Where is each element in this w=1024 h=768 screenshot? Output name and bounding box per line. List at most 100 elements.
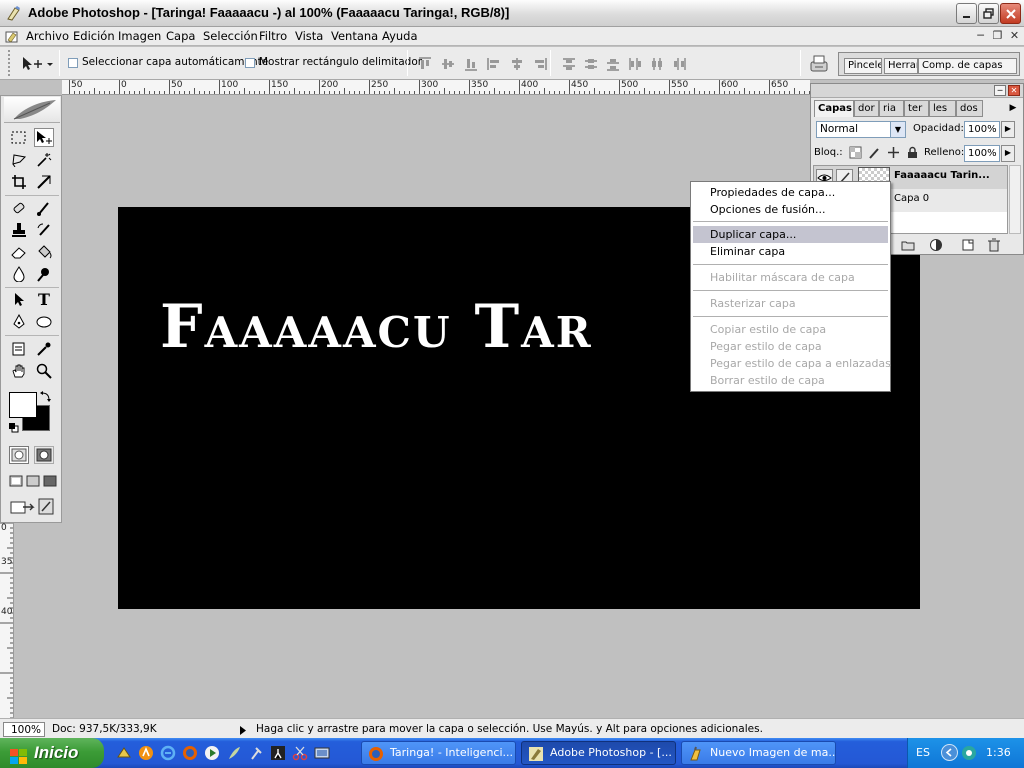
blend-mode-select[interactable]: Normal ▼ [816, 121, 906, 138]
paint-bucket-tool-icon[interactable] [34, 242, 54, 261]
menu-item-paste-layer-style[interactable]: Pegar estilo de capa [693, 338, 888, 355]
avast-icon[interactable] [138, 745, 154, 761]
doc-close-icon[interactable]: ✕ [1007, 29, 1022, 43]
ie-icon[interactable] [160, 745, 176, 761]
marquee-tool-icon[interactable] [9, 128, 29, 147]
align-bottom-icon[interactable] [464, 57, 478, 71]
palette-well-tab-brushes[interactable]: Pincele [844, 58, 882, 74]
palette-titlebar[interactable] [811, 84, 1023, 98]
distribute-left-icon[interactable] [628, 57, 642, 71]
align-top-icon[interactable] [418, 57, 432, 71]
show-desktop-icon[interactable] [314, 745, 330, 761]
distribute-vcenter-icon[interactable] [584, 57, 598, 71]
toolbox-header[interactable] [4, 97, 60, 123]
lock-all-icon[interactable] [906, 146, 919, 159]
new-layer-icon[interactable] [961, 239, 975, 251]
menu-ayuda[interactable]: Ayuda [379, 28, 421, 45]
palette-menu-arrow-icon[interactable]: ▶ [1007, 102, 1019, 115]
file-browser-icon[interactable] [808, 53, 830, 75]
align-right-icon[interactable] [533, 57, 547, 71]
tool-icon[interactable] [248, 745, 264, 761]
show-bounding-box-checkbox[interactable] [245, 58, 255, 68]
eyedropper-tool-icon[interactable] [34, 339, 54, 358]
distribute-bottom-icon[interactable] [606, 57, 620, 71]
document-icon[interactable] [5, 29, 20, 44]
menu-item-layer-properties[interactable]: Propiedades de capa... [693, 184, 888, 201]
tab-historia[interactable]: ria [879, 100, 904, 117]
tab-canales[interactable]: les [929, 100, 956, 117]
dodge-tool-icon[interactable] [34, 264, 54, 283]
move-tool-icon[interactable] [34, 128, 54, 147]
menu-filtro[interactable]: Filtro [256, 28, 290, 45]
language-indicator[interactable]: ES [916, 746, 930, 759]
new-layer-set-icon[interactable] [901, 239, 915, 251]
tab-caracter[interactable]: ter [904, 100, 929, 117]
ellipse-tool-icon[interactable] [34, 312, 54, 331]
menu-item-delete-layer[interactable]: Eliminar capa [693, 243, 888, 260]
lasso-tool-icon[interactable] [9, 150, 29, 169]
distribute-right-icon[interactable] [672, 57, 686, 71]
align-left-icon[interactable] [487, 57, 501, 71]
close-button[interactable] [1000, 3, 1021, 24]
restore-button[interactable] [978, 3, 999, 24]
quick-mask-mode-icon[interactable] [34, 446, 54, 464]
full-screen-mode-icon[interactable] [43, 474, 57, 488]
menu-item-enable-layer-mask[interactable]: Habilitar máscara de capa [693, 269, 888, 286]
tab-trazados[interactable]: dos [956, 100, 983, 117]
palette-close-icon[interactable]: ✕ [1008, 85, 1020, 96]
path-selection-tool-icon[interactable] [9, 290, 29, 309]
foreground-color-swatch[interactable] [9, 392, 37, 418]
pen-tool-icon[interactable] [9, 312, 29, 331]
minimize-button[interactable] [956, 3, 977, 24]
lock-transparency-icon[interactable] [849, 146, 862, 159]
taskbar-button-taringa[interactable]: Taringa! - Inteligenci... [361, 741, 516, 765]
distribute-hcenter-icon[interactable] [650, 57, 664, 71]
vertical-ruler[interactable]: 0 350 400 [0, 522, 14, 718]
taskbar-button-photoshop[interactable]: Adobe Photoshop - [... [521, 741, 676, 765]
doc-minimize-icon[interactable]: ─ [973, 29, 988, 43]
menu-item-copy-layer-style[interactable]: Copiar estilo de capa [693, 321, 888, 338]
crop-tool-icon[interactable] [9, 172, 29, 191]
menu-edicion[interactable]: Edición [70, 28, 118, 45]
align-vcenter-icon[interactable] [441, 57, 455, 71]
menu-vista[interactable]: Vista [292, 28, 326, 45]
menu-item-blending-options[interactable]: Opciones de fusión... [693, 201, 888, 218]
default-colors-icon[interactable] [9, 423, 19, 433]
eraser-tool-icon[interactable] [9, 242, 29, 261]
layers-scrollbar[interactable] [1009, 165, 1021, 234]
lock-image-icon[interactable] [868, 146, 881, 159]
align-hcenter-icon[interactable] [510, 57, 524, 71]
menu-item-duplicate-layer[interactable]: Duplicar capa... [693, 226, 888, 243]
feather-icon[interactable] [226, 745, 242, 761]
delete-layer-icon[interactable] [987, 238, 1001, 252]
history-brush-tool-icon[interactable] [34, 220, 54, 239]
type-tool-icon[interactable]: T [34, 290, 54, 309]
status-menu-arrow-icon[interactable] [239, 725, 247, 735]
healing-brush-tool-icon[interactable] [9, 198, 29, 217]
options-grip[interactable] [8, 50, 13, 76]
firefox-icon[interactable] [182, 745, 198, 761]
opacity-field[interactable]: 100% [964, 121, 1000, 138]
notes-tool-icon[interactable] [9, 339, 29, 358]
opacity-arrow-icon[interactable]: ▶ [1001, 121, 1015, 138]
start-button[interactable]: Inicio [0, 738, 104, 768]
move-tool-preset-icon[interactable] [20, 54, 54, 74]
zoom-tool-icon[interactable] [34, 361, 54, 380]
fill-field[interactable]: 100% [964, 145, 1000, 162]
menu-imagen[interactable]: Imagen [115, 28, 164, 45]
blur-tool-icon[interactable] [9, 264, 29, 283]
jump-to-imageready-icon[interactable] [9, 496, 57, 518]
menu-item-clear-layer-style[interactable]: Borrar estilo de capa [693, 372, 888, 389]
full-screen-menu-mode-icon[interactable] [26, 474, 40, 488]
desktop-icon[interactable] [116, 745, 132, 761]
swap-colors-icon[interactable] [40, 390, 52, 402]
tab-navegador[interactable]: dor [854, 100, 879, 117]
palette-well-tab-tools[interactable]: Herrar [884, 58, 918, 74]
zoom-field[interactable]: 100% [3, 722, 45, 737]
clone-stamp-tool-icon[interactable] [9, 220, 29, 239]
menu-archivo[interactable]: Archivo [23, 28, 72, 45]
menu-seleccion[interactable]: Selección [200, 28, 261, 45]
menu-ventana[interactable]: Ventana [328, 28, 381, 45]
messenger-icon[interactable] [961, 745, 977, 761]
menu-capa[interactable]: Capa [163, 28, 198, 45]
